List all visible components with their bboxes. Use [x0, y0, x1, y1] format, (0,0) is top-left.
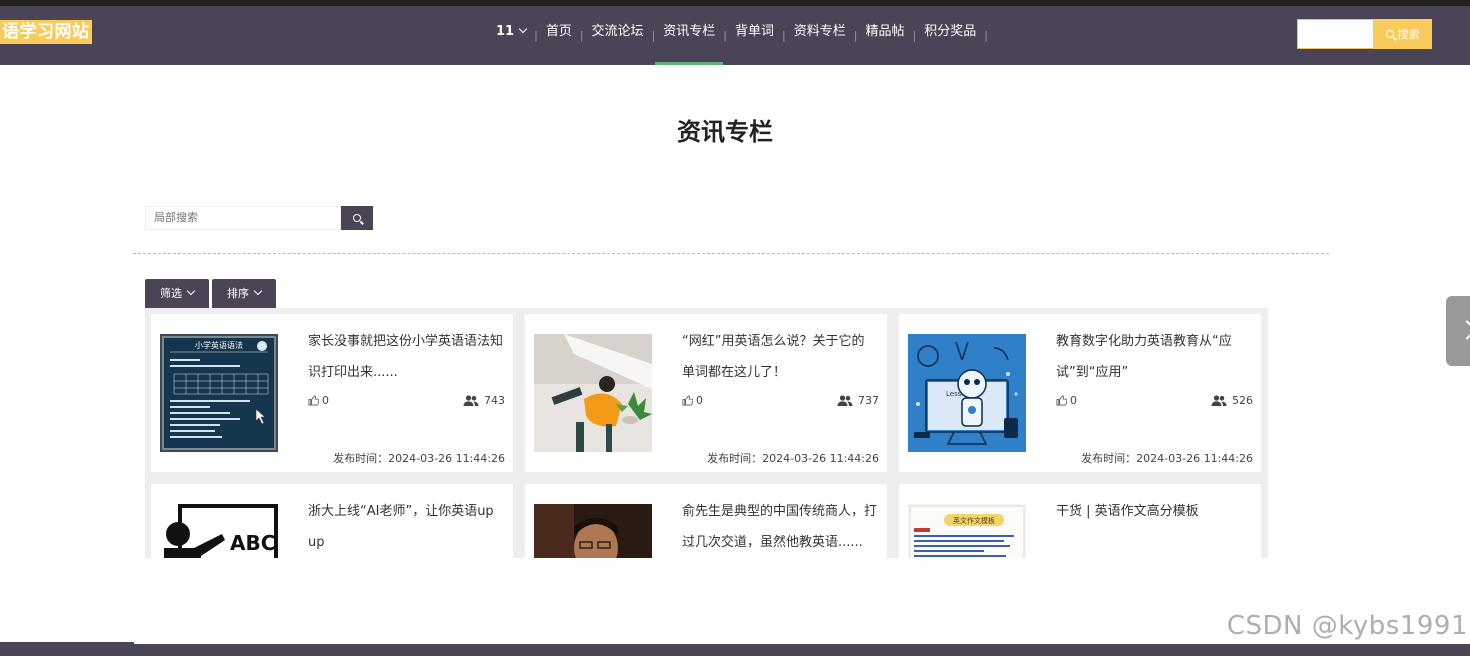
- news-thumbnail: 小学英语语法: [160, 334, 278, 452]
- main-nav: 11 | 首页 | 交流论坛 | 资讯专栏 | 背单词 | 资料专栏 | 精品帖…: [488, 6, 988, 65]
- local-search-button[interactable]: [341, 206, 373, 230]
- news-title: “网红”用英语怎么说？关于它的单词都在这儿了！: [682, 334, 865, 380]
- chevron-down-icon: [186, 286, 196, 296]
- publish-date: 发布时间：2024-03-26 11:44:26: [707, 452, 879, 465]
- thumbs-up-icon: [1056, 395, 1067, 406]
- news-title: 干货 | 英语作文高分模板: [1056, 504, 1199, 519]
- user-menu[interactable]: 11: [488, 6, 534, 65]
- nav-forum[interactable]: 交流论坛: [584, 6, 652, 65]
- filter-bar: 筛选 排序: [145, 279, 276, 308]
- header-search-button[interactable]: 搜索: [1373, 19, 1432, 49]
- news-thumbnail: [534, 504, 652, 558]
- header-search-input[interactable]: [1297, 19, 1373, 49]
- filter-label: 筛选: [160, 287, 182, 300]
- view-value: 526: [1232, 394, 1253, 407]
- view-value: 737: [858, 394, 879, 407]
- news-card[interactable]: 俞先生是典型的中国传统商人，打过几次交道，虽然他教英语......: [525, 484, 887, 558]
- news-card[interactable]: “网红”用英语怎么说？关于它的单词都在这儿了！ 0 737 发布时间：2024-…: [525, 314, 887, 472]
- like-count[interactable]: 0: [1056, 394, 1077, 407]
- users-icon: [463, 395, 479, 406]
- search-icon: [353, 214, 361, 222]
- local-search-input[interactable]: [145, 206, 341, 230]
- next-arrow-button[interactable]: [1446, 296, 1470, 366]
- divider: [133, 253, 1329, 254]
- nav-featured-posts[interactable]: 精品帖: [857, 6, 912, 65]
- like-count[interactable]: 0: [308, 394, 329, 407]
- search-button-label: 搜索: [1397, 28, 1420, 41]
- header-search: 搜索: [1297, 19, 1432, 49]
- news-title: 教育数字化助力英语教育从“应试”到“应用”: [1056, 334, 1232, 380]
- like-value: 0: [696, 394, 703, 407]
- like-value: 0: [322, 394, 329, 407]
- footer-bar: [0, 642, 1470, 656]
- nav-rewards[interactable]: 积分奖品: [916, 6, 984, 65]
- page-title: 资讯专栏: [677, 118, 773, 146]
- news-thumbnail: [534, 334, 652, 452]
- thumb-text: ABC: [230, 531, 275, 555]
- news-card[interactable]: ABC 浙大上线“AI老师”，让你英语up up: [151, 484, 513, 558]
- news-title: 家长没事就把这份小学英语语法知识打印出来......: [308, 334, 504, 380]
- watermark: CSDN @kybs1991: [1226, 611, 1468, 641]
- publish-date: 发布时间：2024-03-26 11:44:26: [333, 452, 505, 465]
- users-icon: [1211, 395, 1227, 406]
- sort-label: 排序: [227, 287, 249, 300]
- view-value: 743: [484, 394, 505, 407]
- news-title: 俞先生是典型的中国传统商人，打过几次交道，虽然他教英语......: [682, 504, 878, 550]
- news-thumbnail: 英文作文模板: [908, 504, 1026, 558]
- site-logo[interactable]: 语学习网站: [0, 20, 92, 44]
- navbar: 语学习网站 11 | 首页 | 交流论坛 | 资讯专栏 | 背单词 | 资料专栏…: [0, 6, 1470, 65]
- thumb-text: 小学英语语法: [195, 340, 243, 350]
- filter-button[interactable]: 筛选: [145, 279, 209, 308]
- news-thumbnail: ABC: [160, 504, 278, 558]
- nav-separator: |: [984, 29, 988, 42]
- nav-news[interactable]: 资讯专栏: [655, 6, 724, 65]
- local-search: [145, 206, 373, 230]
- news-title: 浙大上线“AI老师”，让你英语up up: [308, 504, 494, 550]
- user-name: 11: [496, 24, 515, 39]
- users-icon: [837, 395, 853, 406]
- view-count: 526: [1211, 394, 1253, 407]
- sort-button[interactable]: 排序: [212, 279, 276, 308]
- thumb-text: 英文作文模板: [953, 516, 995, 525]
- like-count[interactable]: 0: [682, 394, 703, 407]
- thumbs-up-icon: [308, 395, 319, 406]
- view-count: 743: [463, 394, 505, 407]
- nav-materials[interactable]: 资料专栏: [786, 6, 854, 65]
- like-value: 0: [1070, 394, 1077, 407]
- chevron-down-icon: [253, 286, 263, 296]
- search-icon: [1385, 30, 1394, 38]
- thumbs-up-icon: [682, 395, 693, 406]
- news-grid: 小学英语语法 家长没事就把这份小学英语语法知识打印出来...... 0 743 …: [145, 308, 1268, 558]
- news-card[interactable]: 小学英语语法 家长没事就把这份小学英语语法知识打印出来...... 0 743 …: [151, 314, 513, 472]
- news-card[interactable]: Lesson 1 教育数字化助力英语教育从“应试”到“应用” 0 526 发布时…: [899, 314, 1261, 472]
- nav-vocabulary[interactable]: 背单词: [727, 6, 782, 65]
- chevron-down-icon: [518, 24, 528, 34]
- news-thumbnail: Lesson 1: [908, 334, 1026, 452]
- view-count: 737: [837, 394, 879, 407]
- publish-date: 发布时间：2024-03-26 11:44:26: [1081, 452, 1253, 465]
- nav-home[interactable]: 首页: [538, 6, 580, 65]
- news-card[interactable]: 英文作文模板 干货 | 英语作文高分模板: [899, 484, 1261, 558]
